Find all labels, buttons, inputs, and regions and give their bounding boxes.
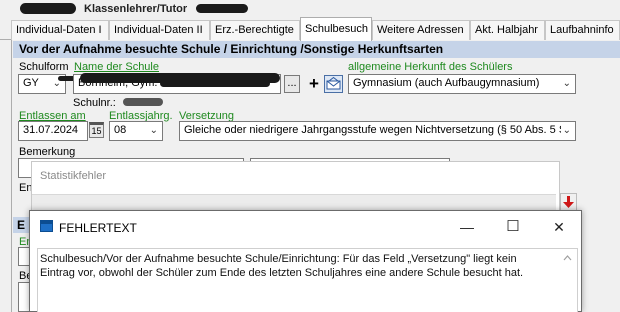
- envelope-icon[interactable]: [324, 75, 343, 93]
- window-app-icon: [40, 220, 53, 232]
- bemerkung-label: Bemerkung: [19, 146, 76, 158]
- tab-schulbesuch[interactable]: Schulbesuch: [300, 17, 372, 41]
- fehlertext-scrollbar[interactable]: [560, 250, 575, 312]
- redacted-schulnr: [123, 98, 163, 106]
- redacted-schulname-2: [160, 80, 270, 87]
- fehlertext-message: Schulbesuch/Vor der Aufnahme besuchte Sc…: [40, 253, 524, 279]
- add-school-button[interactable]: +: [306, 75, 322, 95]
- entlassen-date-field[interactable]: 31.07.2024: [18, 121, 88, 141]
- herkunft-value: Gymnasium (auch Aufbaugymnasium): [353, 77, 540, 89]
- versetzung-value: Gleiche oder niedrigere Jahrgangsstufe w…: [184, 124, 567, 136]
- entlassjahrg-value: 08: [114, 124, 127, 136]
- herkunft-label: allgemeine Herkunft des Schülers: [348, 61, 513, 73]
- schulform-value: GY: [23, 77, 39, 89]
- tab-laufbahninfo[interactable]: Laufbahninfo: [545, 20, 620, 40]
- schulname-label: Name der Schule: [74, 61, 159, 73]
- schule-search-button[interactable]: ...: [284, 75, 300, 93]
- tab-akt-halbjahr[interactable]: Akt. Halbjahr: [470, 20, 545, 40]
- chevron-down-icon: ⌄: [562, 78, 571, 89]
- statistikfehler-title: Statistikfehler: [40, 170, 107, 182]
- tab-bar: Individual-Daten I Individual-Daten II E…: [0, 17, 620, 41]
- tab-individual-daten-1[interactable]: Individual-Daten I: [11, 20, 109, 40]
- redacted-teacher: [196, 4, 248, 13]
- section-header: Vor der Aufnahme besuchte Schule / Einri…: [13, 41, 620, 58]
- entlassen-value: 31.07.2024: [23, 124, 79, 136]
- redacted-name: [20, 3, 76, 14]
- chevron-down-icon: ⌄: [560, 125, 571, 136]
- fehlertext-title: FEHLERTEXT: [59, 221, 137, 235]
- statistik-scroll-down-button[interactable]: [560, 193, 577, 211]
- close-button[interactable]: ✕: [541, 216, 577, 238]
- top-title: Klassenlehrer/Tutor: [84, 3, 188, 15]
- minimize-button[interactable]: —: [449, 216, 485, 238]
- versetzung-select[interactable]: Gleiche oder niedrigere Jahrgangsstufe w…: [179, 121, 576, 141]
- statistik-list: [32, 194, 556, 210]
- herkunft-select[interactable]: Gymnasium (auch Aufbaugymnasium) ⌄: [348, 74, 576, 94]
- schulform-label: Schulform: [19, 61, 69, 73]
- calendar-icon[interactable]: 15: [89, 122, 104, 138]
- schulnr-label: Schulnr.:: [73, 97, 116, 109]
- maximize-button[interactable]: ☐: [495, 216, 531, 238]
- entlassjahrg-select[interactable]: 08 ⌄: [109, 121, 163, 141]
- tab-weitere-adressen[interactable]: Weitere Adressen: [372, 20, 470, 40]
- chevron-down-icon: ⌄: [149, 125, 158, 136]
- tab-individual-daten-2[interactable]: Individual-Daten II: [109, 20, 210, 40]
- tab-erz-berechtigte[interactable]: Erz.-Berechtigte: [210, 20, 300, 40]
